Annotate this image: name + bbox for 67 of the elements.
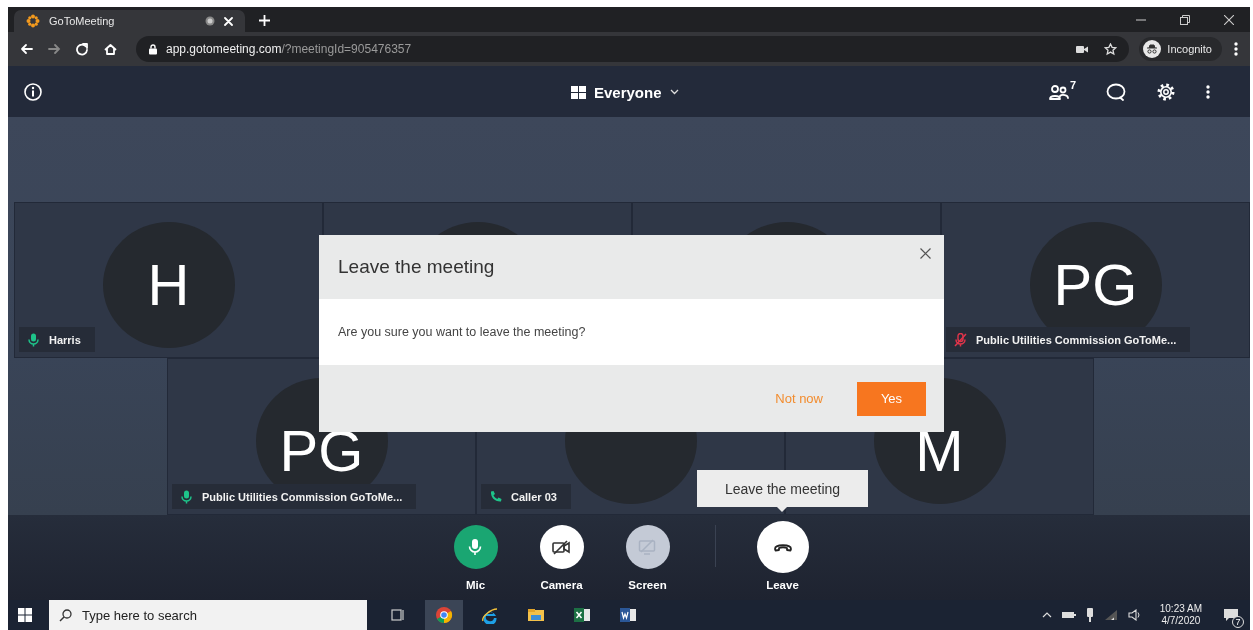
control-label: Screen — [628, 579, 667, 591]
tooltip: Leave the meeting — [697, 470, 868, 512]
camera-off-icon — [551, 538, 572, 556]
settings-icon[interactable] — [1156, 81, 1176, 102]
clock-time: 10:23 AM — [1159, 602, 1202, 615]
browser-tab[interactable]: GoToMeeting — [14, 10, 245, 32]
control-label: Leave — [766, 579, 799, 591]
folder-icon — [527, 606, 545, 624]
url-text: app.gotomeeting.com/?meetingId=905476357 — [166, 42, 412, 56]
profile-name: Incognito — [1167, 43, 1212, 55]
camera-button[interactable] — [539, 525, 584, 569]
view-label: Everyone — [594, 83, 662, 101]
menu-icon[interactable] — [1234, 42, 1238, 56]
info-icon[interactable] — [24, 82, 42, 101]
microphone-icon — [27, 332, 40, 347]
reload-icon[interactable] — [76, 42, 89, 56]
mic-button[interactable] — [453, 525, 498, 569]
avatar: H — [102, 222, 235, 348]
phone-icon — [489, 489, 502, 504]
menu-icon[interactable] — [1206, 84, 1210, 99]
search-icon — [59, 609, 72, 622]
windows-icon[interactable] — [18, 608, 32, 622]
lock-icon — [148, 43, 158, 55]
document-icon — [619, 606, 637, 624]
wifi-icon[interactable] — [1103, 609, 1118, 621]
control-label: Mic — [465, 579, 486, 591]
microphone-icon — [180, 489, 193, 504]
restore-icon[interactable] — [1180, 14, 1190, 25]
incognito-icon — [1143, 40, 1162, 58]
notification-count: 7 — [1232, 616, 1244, 628]
plug-icon[interactable] — [1085, 608, 1094, 622]
profile-chip[interactable]: Incognito — [1139, 37, 1222, 61]
clock-date: 4/7/2020 — [1161, 615, 1201, 628]
forward-icon[interactable] — [48, 43, 61, 55]
search-field[interactable]: Type here to search — [49, 600, 367, 630]
flower-icon — [26, 14, 40, 28]
control-label: Camera — [540, 579, 583, 591]
muted-microphone-icon — [954, 332, 967, 347]
battery-icon[interactable] — [1061, 611, 1076, 619]
grid-icon — [571, 85, 586, 99]
leave-button[interactable] — [756, 521, 809, 573]
chevron-down-icon — [669, 89, 679, 95]
chat-icon[interactable] — [1106, 82, 1126, 101]
star-icon[interactable] — [1104, 42, 1118, 56]
back-icon[interactable] — [20, 43, 33, 55]
close-icon[interactable] — [920, 248, 931, 259]
plus-icon[interactable] — [259, 15, 270, 26]
task-view-icon — [389, 606, 407, 624]
view-selector[interactable]: Everyone — [571, 81, 679, 103]
browser-e-icon — [481, 606, 499, 624]
participant-name: Caller 03 — [511, 490, 557, 503]
participant-name: Public Utilities Commission GoToMe... — [976, 333, 1177, 346]
screen-share-off-icon — [637, 538, 658, 556]
home-icon[interactable] — [104, 42, 117, 56]
video-camera-icon[interactable] — [1076, 44, 1089, 54]
notification-button[interactable]: 7 — [1220, 604, 1242, 626]
chrome-icon — [435, 606, 453, 624]
dialog-title: Leave the meeting — [338, 256, 495, 278]
speaker-icon[interactable] — [1127, 609, 1142, 621]
address-field[interactable]: app.gotomeeting.com/?meetingId=905476357 — [136, 36, 1130, 62]
taskbar-app[interactable] — [425, 600, 463, 630]
participant-name: Harris — [49, 333, 81, 346]
people-icon — [1048, 83, 1069, 100]
tab-title: GoToMeeting — [49, 15, 116, 27]
spreadsheet-icon — [573, 606, 591, 624]
dialog-message: Are you sure you want to leave the meeting? — [338, 325, 586, 339]
chevron-up-icon[interactable] — [1041, 612, 1052, 618]
